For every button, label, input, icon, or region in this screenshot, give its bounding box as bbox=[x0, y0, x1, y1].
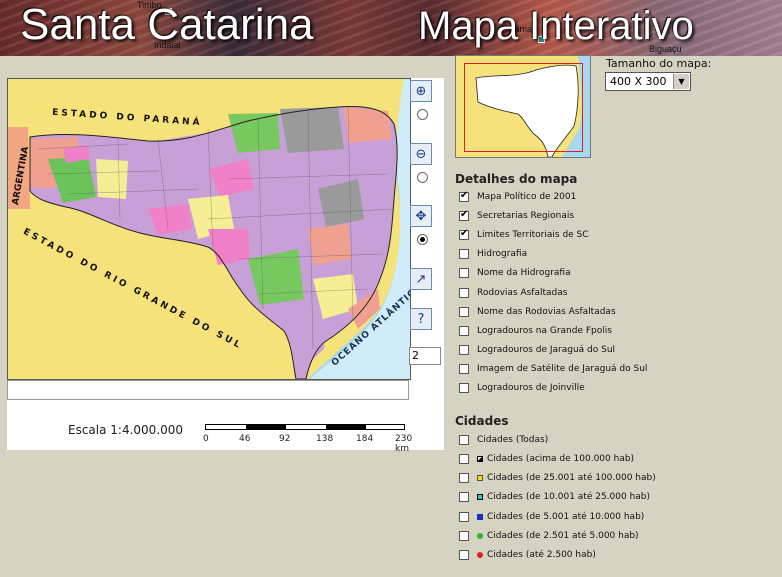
city-label: Cidades (acima de 100.000 hab) bbox=[487, 454, 635, 464]
detail-label: Hidrografia bbox=[477, 249, 528, 259]
checkbox[interactable] bbox=[459, 550, 469, 560]
detail-label: Logradouros na Grande Fpolis bbox=[477, 326, 612, 336]
checkbox[interactable] bbox=[459, 190, 469, 202]
map-size-select[interactable]: 400 X 300 ▼ bbox=[605, 72, 691, 91]
city-marker-swatch bbox=[477, 494, 483, 500]
zoom-in-icon: ⊕ bbox=[415, 83, 427, 99]
detail-label: Nome das Rodovias Asfaltadas bbox=[477, 307, 616, 317]
city-label: Cidades (até 2.500 hab) bbox=[487, 550, 596, 560]
cities-title: Cidades bbox=[455, 414, 509, 428]
city-marker-swatch bbox=[477, 533, 483, 539]
checkbox[interactable] bbox=[459, 383, 469, 393]
city-marker-swatch bbox=[477, 456, 483, 462]
detail-option[interactable]: Logradouros de Joinville bbox=[459, 381, 585, 395]
city-label: Cidades (de 2.501 até 5.000 hab) bbox=[487, 531, 639, 541]
detail-label: Logradouros de Joinville bbox=[477, 383, 585, 393]
details-title: Detalhes do mapa bbox=[455, 172, 578, 186]
detail-label: Imagem de Satélite de Jaraguá do Sul bbox=[477, 364, 648, 374]
city-option[interactable]: Cidades (acima de 100.000 hab) bbox=[459, 452, 634, 466]
zoom-in-radio[interactable] bbox=[417, 109, 428, 120]
zoom-level-field[interactable]: 2 bbox=[409, 347, 441, 365]
city-option[interactable]: Cidades (até 2.500 hab) bbox=[459, 548, 596, 562]
map-panel: ESTADO DO PARANÁ ESTADO DO RIO GRANDE DO… bbox=[7, 78, 444, 454]
scale-ticks: 0 46 92 138 184 230 km bbox=[199, 434, 412, 454]
city-label: Cidades (Todas) bbox=[477, 435, 549, 445]
checkbox[interactable] bbox=[459, 268, 469, 278]
city-option[interactable]: Cidades (de 5.001 até 10.000 hab) bbox=[459, 510, 644, 524]
scale-tick: 46 bbox=[239, 434, 251, 444]
checkbox[interactable] bbox=[459, 454, 469, 464]
detail-option[interactable]: Mapa Político de 2001 bbox=[459, 190, 576, 204]
detail-option[interactable]: Hidrografia bbox=[459, 247, 527, 261]
checkbox[interactable] bbox=[459, 228, 469, 240]
city-option[interactable]: Cidades (Todas) bbox=[459, 433, 548, 447]
detail-option[interactable]: Nome da Hidrografia bbox=[459, 266, 571, 280]
checkbox[interactable] bbox=[459, 531, 469, 541]
detail-option[interactable]: Logradouros de Jaraguá do Sul bbox=[459, 343, 615, 357]
checkbox[interactable] bbox=[459, 209, 469, 221]
detail-label: Mapa Político de 2001 bbox=[477, 192, 577, 202]
zoom-out-button[interactable]: ⊖ bbox=[410, 143, 432, 165]
checkbox[interactable] bbox=[459, 326, 469, 336]
checkbox[interactable] bbox=[459, 364, 469, 374]
detail-option[interactable]: Logradouros na Grande Fpolis bbox=[459, 324, 612, 338]
detail-label: Logradouros de Jaraguá do Sul bbox=[477, 345, 616, 355]
city-option[interactable]: Cidades (de 2.501 até 5.000 hab) bbox=[459, 529, 639, 543]
page-subtitle: Mapa Interativo bbox=[418, 4, 694, 48]
zoom-out-icon: ⊖ bbox=[415, 146, 427, 162]
detail-option[interactable]: Rodovias Asfaltadas bbox=[459, 286, 567, 300]
full-extent-icon: ↗ bbox=[415, 271, 427, 287]
detail-label: Nome da Hidrografia bbox=[477, 268, 571, 278]
detail-option[interactable]: Limites Territoriais de SC bbox=[459, 228, 589, 242]
map-size-value: 400 X 300 bbox=[610, 75, 667, 88]
pan-button[interactable]: ✥ bbox=[410, 205, 432, 227]
checkbox[interactable] bbox=[459, 512, 469, 522]
scale-bar bbox=[205, 424, 405, 430]
header-banner: Timbo Indaial Camari Biguaçu Santa Catar… bbox=[0, 0, 782, 56]
page-title: Santa Catarina bbox=[20, 0, 314, 49]
checkbox[interactable] bbox=[459, 492, 469, 502]
identify-icon: ? bbox=[417, 311, 425, 327]
map-canvas[interactable]: ESTADO DO PARANÁ ESTADO DO RIO GRANDE DO… bbox=[7, 78, 411, 380]
scale-tick: 0 bbox=[203, 434, 209, 444]
scale-tick: 184 bbox=[356, 434, 374, 444]
checkbox[interactable] bbox=[459, 345, 469, 355]
detail-label: Rodovias Asfaltadas bbox=[477, 288, 568, 298]
scale-label: Escala 1:4.000.000 bbox=[68, 423, 184, 437]
pan-icon: ✥ bbox=[415, 208, 427, 224]
detail-option[interactable]: Nome das Rodovias Asfaltadas bbox=[459, 305, 616, 319]
checkbox[interactable] bbox=[459, 473, 469, 483]
chevron-down-icon: ▼ bbox=[673, 74, 689, 89]
checkbox[interactable] bbox=[459, 307, 469, 317]
detail-label: Limites Territoriais de SC bbox=[477, 230, 589, 240]
checkbox[interactable] bbox=[459, 288, 469, 298]
city-marker-swatch bbox=[477, 475, 483, 481]
checkbox[interactable] bbox=[459, 435, 469, 445]
overview-extent-box bbox=[464, 63, 583, 152]
scale-tick: 230 km bbox=[395, 434, 413, 454]
city-label: Cidades (de 25.001 até 100.000 hab) bbox=[487, 473, 656, 483]
city-label: Cidades (de 5.001 até 10.000 hab) bbox=[487, 512, 645, 522]
full-extent-button[interactable]: ↗ bbox=[410, 268, 432, 290]
city-label: Cidades (de 10.001 até 25.000 hab) bbox=[487, 492, 651, 502]
zoom-out-radio[interactable] bbox=[417, 172, 428, 183]
map-status-bar bbox=[7, 380, 409, 400]
zoom-in-button[interactable]: ⊕ bbox=[410, 80, 432, 102]
detail-option[interactable]: Imagem de Satélite de Jaraguá do Sul bbox=[459, 362, 647, 376]
city-option[interactable]: Cidades (de 10.001 até 25.000 hab) bbox=[459, 490, 650, 504]
overview-map[interactable] bbox=[455, 55, 591, 158]
city-option[interactable]: Cidades (de 25.001 até 100.000 hab) bbox=[459, 471, 656, 485]
detail-option[interactable]: Secretarias Regionais bbox=[459, 209, 574, 223]
map-size-label: Tamanho do mapa: bbox=[606, 57, 712, 70]
city-marker-swatch bbox=[477, 514, 483, 520]
detail-label: Secretarias Regionais bbox=[477, 211, 575, 221]
identify-button[interactable]: ? bbox=[410, 308, 432, 330]
checkbox[interactable] bbox=[459, 249, 469, 259]
scale-tick: 92 bbox=[279, 434, 291, 444]
scale-tick: 138 bbox=[316, 434, 334, 444]
city-marker-swatch bbox=[477, 552, 483, 558]
pan-radio[interactable] bbox=[417, 234, 428, 245]
